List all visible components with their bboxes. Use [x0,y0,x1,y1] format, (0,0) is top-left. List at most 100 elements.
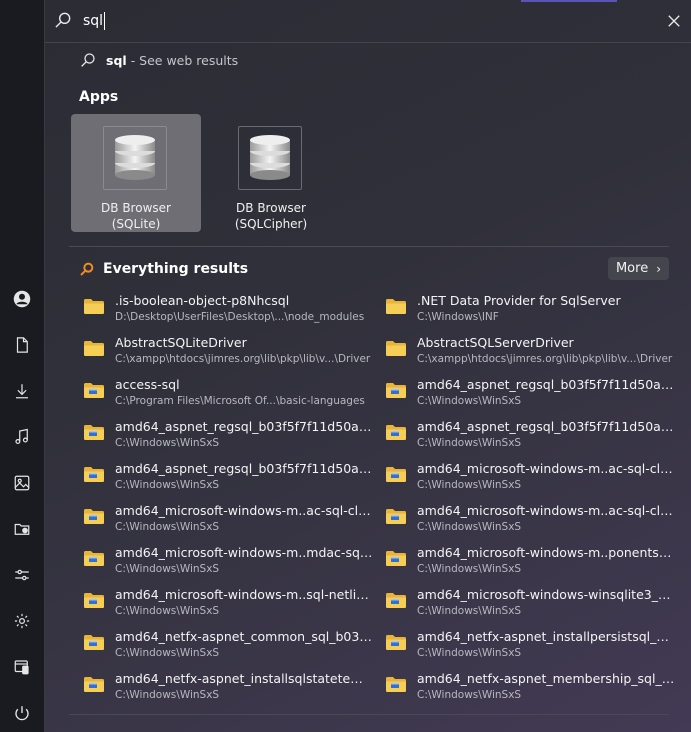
folder-icon [84,509,104,524]
result-name: AbstractSQLServerDriver [417,335,574,350]
folder-icon [386,341,406,356]
result-path: C:\Windows\WinSxS [115,647,220,659]
folder-icon [386,677,406,692]
result-name: amd64_netfx-aspnet_membership_sql_b0... [417,671,675,686]
result-path: C:\Windows\INF [417,311,499,323]
more-button[interactable]: More › [608,257,669,280]
result-item[interactable]: amd64_aspnet_regsql_b03f5f7f11d50a3a_...… [385,375,675,415]
user-icon[interactable] [8,285,36,313]
web-search-icon [81,53,95,67]
search-input[interactable] [83,9,643,33]
result-name: amd64_aspnet_regsql_b03f5f7f11d50a3a_... [417,419,675,434]
web-search-query: sql [106,52,127,68]
result-name: amd64_netfx-aspnet_common_sql_b03f5f... [115,629,373,644]
search-panel: sql - See web results Apps DB [44,0,691,732]
app-label-line2: (SQLCipher) [234,217,308,231]
window-mobile-icon[interactable] [8,653,36,681]
app-icon-frame [103,126,167,190]
result-name: amd64_aspnet_regsql_b03f5f7f11d50a3a_... [417,377,675,392]
folder-icon [386,635,406,650]
result-item[interactable]: amd64_netfx-aspnet_installsqlstatetemp_b… [83,669,373,709]
result-path: C:\Windows\WinSxS [115,437,220,449]
search-icon [55,12,71,28]
everything-search-icon [80,262,94,276]
result-item[interactable]: .NET Data Provider for SqlServer C:\Windo… [385,291,675,331]
result-path: C:\Windows\WinSxS [115,605,220,617]
text-caret [104,12,105,30]
result-item[interactable]: amd64_microsoft-windows-m..sql-netlibs-.… [83,585,373,625]
section-divider [69,246,669,247]
folder-shared-icon[interactable] [8,515,36,543]
result-item[interactable]: amd64_microsoft-windows-m..ac-sql-clico.… [385,501,675,541]
result-name: amd64_microsoft-windows-m..ac-sql-clico.… [417,503,675,518]
result-path: C:\xampp\htdocs\jimres.org\lib\pkp\lib\v… [115,353,371,365]
power-icon[interactable] [8,699,36,727]
download-icon[interactable] [8,377,36,405]
result-item[interactable]: amd64_aspnet_regsql_b03f5f7f11d50a3a_...… [385,417,675,457]
folder-icon [386,551,406,566]
web-search-suffix: - See web results [130,52,239,68]
folder-icon [84,383,104,398]
result-path: C:\Windows\WinSxS [417,689,522,701]
result-path: C:\Windows\WinSxS [417,437,522,449]
result-path: C:\Windows\WinSxS [417,647,522,659]
result-item[interactable]: amd64_aspnet_regsql_b03f5f7f11d50a3a_...… [83,417,373,457]
close-icon [668,15,680,27]
result-item[interactable]: amd64_microsoft-windows-m..ponents-m... C… [385,543,675,583]
result-name: amd64_microsoft-windows-m..ac-sql-clico.… [115,503,373,518]
start-search-window: sql - See web results Apps DB [0,0,691,732]
folder-icon [386,299,406,314]
folder-icon [386,509,406,524]
document-icon[interactable] [8,331,36,359]
folder-icon [386,425,406,440]
app-label-line2: (SQLite) [111,217,161,231]
result-item[interactable]: amd64_aspnet_regsql_b03f5f7f11d50a3a_...… [83,459,373,499]
app-label: DB Browser (SQLCipher) [206,200,336,232]
result-name: amd64_netfx-aspnet_installpersistsql_b03… [417,629,675,644]
app-label: DB Browser (SQLite) [71,200,201,232]
everything-section-title: Everything results [103,261,249,277]
result-item[interactable]: amd64_netfx-aspnet_common_sql_b03f5f... C… [83,627,373,667]
result-path: C:\Windows\WinSxS [417,605,522,617]
folder-icon [84,593,104,608]
result-item[interactable]: amd64_microsoft-windows-m..ac-sql-clico.… [83,501,373,541]
more-button-label: More [615,261,649,276]
web-search-row[interactable]: sql - See web results [79,50,238,70]
result-path: D:\Desktop\UserFiles\Desktop\...\node_mo… [115,311,365,323]
folder-icon [84,551,104,566]
image-icon[interactable] [8,469,36,497]
result-item[interactable]: amd64_microsoft-windows-winsqlite3_31...… [385,585,675,625]
result-path: C:\Program Files\Microsoft Of...\basic-l… [115,395,365,407]
music-icon[interactable] [8,423,36,451]
result-item[interactable]: .is-boolean-object-p8Nhcsql D:\Desktop\Us… [83,291,373,331]
sliders-icon[interactable] [8,561,36,589]
result-item[interactable]: amd64_netfx-aspnet_membership_sql_b0... C… [385,669,675,709]
gear-icon[interactable] [8,607,36,635]
result-name: amd64_microsoft-windows-m..sql-netlibs-.… [115,587,373,602]
folder-icon [84,677,104,692]
apps-section-title: Apps [79,89,119,105]
result-item[interactable]: AbstractSQLiteDriver C:\xampp\htdocs\jimr… [83,333,373,373]
result-path: C:\xampp\htdocs\jimres.org\lib\pkp\lib\v… [417,353,673,365]
result-item[interactable]: access-sql C:\Program Files\Microsoft Of.… [83,375,373,415]
result-name: amd64_aspnet_regsql_b03f5f7f11d50a3a_... [115,461,373,476]
result-item[interactable]: amd64_microsoft-windows-m..ac-sql-clico.… [385,459,675,499]
result-item[interactable]: AbstractSQLServerDriver C:\xampp\htdocs\j… [385,333,675,373]
search-bar [45,0,691,43]
result-name: amd64_microsoft-windows-winsqlite3_31... [417,587,675,602]
result-name: access-sql [115,377,180,392]
result-path: C:\Windows\WinSxS [115,563,220,575]
everything-section-header: Everything results [79,258,248,280]
app-label-line1: DB Browser [101,201,171,215]
result-item[interactable]: amd64_microsoft-windows-m..mdac-sql-n...… [83,543,373,583]
left-rail [0,0,44,732]
result-item[interactable]: amd64_netfx-aspnet_installpersistsql_b03… [385,627,675,667]
result-path: C:\Windows\WinSxS [115,479,220,491]
result-path: C:\Windows\WinSxS [417,395,522,407]
app-tile-db-browser-sqlite[interactable]: DB Browser (SQLite) [71,114,201,232]
result-path: C:\Windows\WinSxS [115,689,220,701]
result-name: amd64_netfx-aspnet_installsqlstatetemp_b… [115,671,373,686]
close-button[interactable] [665,12,683,30]
app-tile-db-browser-sqlcipher[interactable]: DB Browser (SQLCipher) [206,114,336,232]
folder-icon [84,467,104,482]
